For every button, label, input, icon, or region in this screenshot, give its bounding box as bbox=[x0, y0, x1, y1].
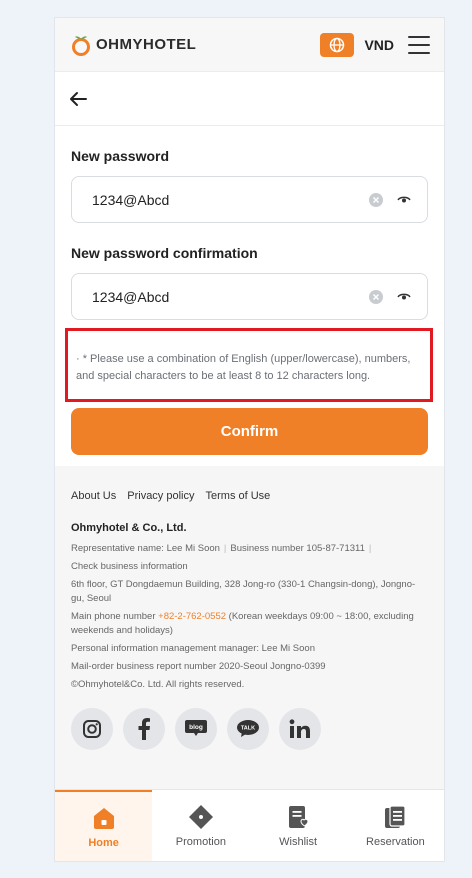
clear-icon[interactable] bbox=[369, 289, 383, 304]
nav-reservation-label: Reservation bbox=[366, 835, 425, 848]
menu-icon[interactable] bbox=[408, 35, 430, 54]
new-password-label: New password bbox=[71, 148, 170, 164]
phone-frame: OHMYHOTEL VND New password 1234@Abcd New… bbox=[54, 17, 445, 862]
bottom-nav: Home Promotion Wishlist Reservation bbox=[55, 789, 444, 861]
terms-of-use-link[interactable]: Terms of Use bbox=[206, 490, 271, 502]
blog-icon-text: blog bbox=[189, 724, 203, 731]
main-phone-label: Main phone number bbox=[71, 611, 156, 622]
talk-icon-text: TALK bbox=[241, 726, 255, 732]
nav-reservation[interactable]: Reservation bbox=[347, 790, 444, 861]
confirm-password-label: New password confirmation bbox=[71, 245, 258, 261]
password-hint: · * Please use a combination of English … bbox=[65, 328, 433, 402]
instagram-icon[interactable] bbox=[71, 708, 113, 750]
confirm-button[interactable]: Confirm bbox=[71, 408, 428, 455]
business-number: Business number 105-87-71311 bbox=[230, 543, 365, 554]
mail-order-report: Mail-order business report number 2020-S… bbox=[71, 661, 326, 672]
globe-icon bbox=[330, 37, 345, 52]
footer: About Us Privacy policy Terms of Use Ohm… bbox=[55, 466, 444, 791]
about-us-link[interactable]: About Us bbox=[71, 490, 116, 502]
eye-icon[interactable] bbox=[397, 195, 411, 205]
social-links: blog TALK bbox=[71, 708, 428, 750]
nav-home[interactable]: Home bbox=[55, 790, 153, 861]
address: 6th floor, GT Dongdaemun Building, 328 J… bbox=[71, 579, 416, 604]
password-form: New password New password confirmation ·… bbox=[55, 148, 444, 455]
logo-text: OHMYHOTEL bbox=[96, 36, 197, 53]
clear-icon[interactable] bbox=[369, 192, 383, 207]
main-phone-number[interactable]: +82-2-762-0552 bbox=[158, 611, 226, 622]
reservation-icon bbox=[385, 804, 406, 828]
linkedin-icon[interactable] bbox=[279, 708, 321, 750]
ohmyhotel-logo-icon bbox=[72, 35, 90, 56]
language-button[interactable] bbox=[320, 32, 355, 57]
new-password-input[interactable] bbox=[92, 191, 369, 208]
company-name: Ohmyhotel & Co., Ltd. bbox=[71, 522, 187, 534]
privacy-policy-link[interactable]: Privacy policy bbox=[127, 490, 194, 502]
facebook-icon[interactable] bbox=[123, 708, 165, 750]
nav-wishlist-label: Wishlist bbox=[279, 835, 318, 848]
promotion-icon bbox=[188, 804, 213, 829]
brand-logo[interactable]: OHMYHOTEL bbox=[71, 34, 196, 56]
nav-wishlist[interactable]: Wishlist bbox=[250, 790, 347, 861]
home-icon bbox=[93, 807, 114, 829]
back-bar bbox=[55, 72, 444, 126]
currency-selector[interactable]: VND bbox=[364, 37, 394, 53]
nav-promotion[interactable]: Promotion bbox=[152, 790, 249, 861]
new-password-field[interactable] bbox=[71, 176, 428, 223]
footer-links: About Us Privacy policy Terms of Use bbox=[71, 490, 428, 502]
representative: Representative name: Lee Mi Soon bbox=[71, 543, 220, 554]
nav-promotion-label: Promotion bbox=[175, 835, 226, 848]
blog-icon[interactable]: blog bbox=[175, 708, 217, 750]
confirm-password-input[interactable] bbox=[92, 288, 369, 305]
wishlist-icon bbox=[289, 805, 309, 828]
confirm-password-field[interactable] bbox=[71, 273, 428, 320]
top-header: OHMYHOTEL VND bbox=[55, 18, 444, 72]
privacy-manager: Personal information management manager:… bbox=[71, 643, 315, 654]
company-info: Representative name: Lee Mi Soon | Busines… bbox=[71, 542, 428, 692]
eye-icon[interactable] bbox=[397, 292, 411, 302]
copyright: ©Ohmyhotel&Co. Ltd. All rights reserved. bbox=[71, 679, 245, 690]
check-business-link[interactable]: Check business information bbox=[71, 560, 428, 574]
nav-home-label: Home bbox=[88, 836, 119, 849]
back-arrow-icon[interactable] bbox=[69, 91, 87, 107]
talk-icon[interactable]: TALK bbox=[227, 708, 269, 750]
